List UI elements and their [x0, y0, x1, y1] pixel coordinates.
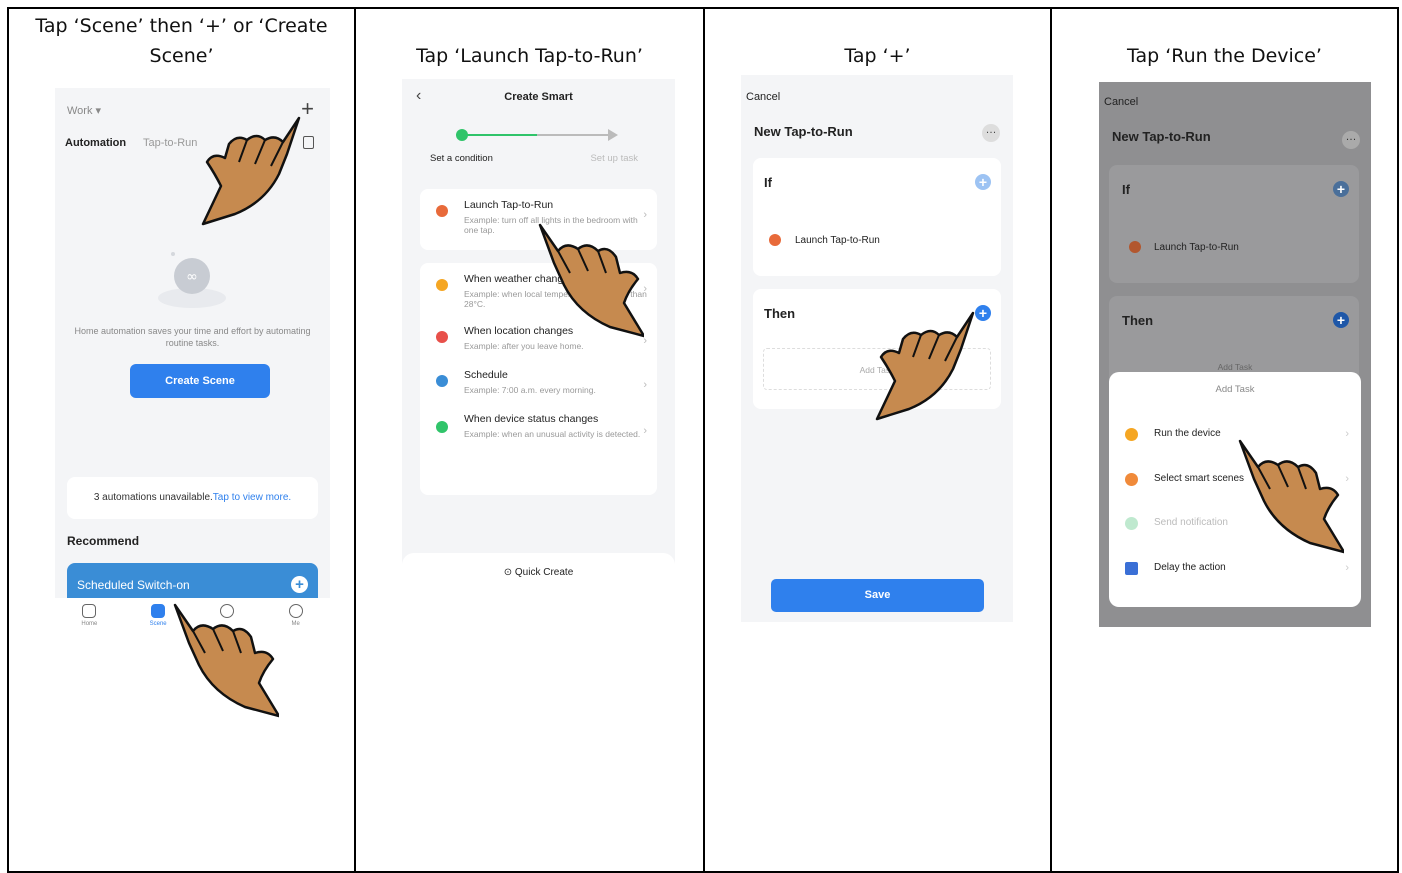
condition-launch-tap-to-run[interactable]: Launch Tap-to-Run Example: turn off all … — [420, 189, 657, 235]
hand-tap-icon — [769, 234, 781, 246]
message-icon — [1125, 517, 1138, 530]
option-run-the-device[interactable]: Run the device › — [1125, 424, 1349, 444]
create-smart-screen: ‹ Create Smart Set a condition Set up ta… — [402, 79, 675, 609]
then-card: Then + Add Task — [753, 289, 1001, 409]
if-label: If — [764, 175, 772, 190]
sunrise-icon — [1125, 473, 1138, 486]
then-label: Then — [1122, 313, 1154, 328]
condition-label[interactable]: Launch Tap-to-Run — [1154, 242, 1239, 253]
clock-icon — [436, 375, 448, 387]
condition-location[interactable]: When location changes Example: after you… — [420, 309, 657, 351]
condition-list-card: When weather changes Example: when local… — [420, 263, 657, 495]
step-4-column: Tap ‘Run the Device’ Cancel New Tap-to-R… — [1052, 9, 1397, 871]
chevron-right-icon: › — [643, 379, 647, 391]
chevron-right-icon: › — [643, 283, 647, 295]
device-icon — [436, 421, 448, 433]
more-icon[interactable]: … — [982, 124, 1000, 142]
more-icon[interactable]: … — [1342, 131, 1360, 149]
svg-text:∞: ∞ — [186, 269, 198, 285]
step-progress — [456, 129, 618, 141]
add-circle-icon[interactable]: + — [291, 576, 308, 593]
tutorial-grid: Tap ‘Scene’ then ‘+’ or ‘Create Scene’ W… — [7, 7, 1399, 873]
step-set-condition: Set a condition — [430, 153, 493, 164]
page-title: Create Smart — [504, 91, 573, 103]
chevron-right-icon: › — [643, 209, 647, 221]
add-condition-icon[interactable]: + — [1333, 181, 1349, 197]
scene-tabs: Automation Tap-to-Run — [65, 137, 197, 149]
view-more-link[interactable]: Tap to view more. — [213, 492, 291, 503]
quick-create-button[interactable]: ⊙ Quick Create — [402, 553, 675, 609]
step-1-caption: Tap ‘Scene’ then ‘+’ or ‘Create Scene’ — [35, 15, 328, 67]
scheduled-label: Scheduled Switch-on — [77, 578, 190, 592]
add-condition-icon[interactable]: + — [975, 174, 991, 190]
empty-state-illustration: ∞ — [158, 252, 226, 308]
tab-smart[interactable] — [207, 604, 247, 640]
tab-home[interactable]: Home — [69, 604, 109, 640]
plus-icon[interactable]: + — [301, 96, 314, 122]
step-3-column: Tap ‘+’ Cancel New Tap-to-Run … If + Lau… — [705, 9, 1052, 871]
chevron-right-icon: › — [1345, 428, 1349, 440]
add-task-plus-icon[interactable]: + — [975, 305, 991, 321]
chevron-right-icon: › — [1345, 562, 1349, 574]
page-title: New Tap-to-Run — [1112, 129, 1211, 144]
log-icon[interactable] — [303, 136, 314, 149]
unavailable-text: 3 automations unavailable. — [93, 492, 213, 503]
step-2-caption: Tap ‘Launch Tap-to-Run’ — [416, 45, 643, 67]
location-pin-icon — [436, 331, 448, 343]
add-task-screen: Cancel New Tap-to-Run … If + Launch Tap-… — [1099, 82, 1371, 627]
create-scene-button[interactable]: Create Scene — [130, 364, 270, 398]
option-select-smart-scenes[interactable]: Select smart scenes › — [1125, 469, 1349, 489]
hourglass-icon — [1125, 562, 1138, 575]
add-task-placeholder: Add Task — [1217, 362, 1253, 372]
new-tap-to-run-screen: Cancel New Tap-to-Run … If + Launch Tap-… — [741, 75, 1013, 622]
tab-tap-to-run[interactable]: Tap-to-Run — [143, 137, 197, 149]
scene-icon — [151, 604, 166, 618]
chevron-right-icon: › — [1345, 473, 1349, 485]
step-2-column: Tap ‘Launch Tap-to-Run’ ‹ Create Smart S… — [356, 9, 705, 871]
unavailable-notice[interactable]: 3 automations unavailable.Tap to view mo… — [67, 477, 318, 519]
empty-state-text: Home automation saves your time and effo… — [74, 326, 311, 348]
add-task-plus-icon[interactable]: + — [1333, 312, 1349, 328]
if-card: If + Launch Tap-to-Run — [753, 158, 1001, 276]
step-1-column: Tap ‘Scene’ then ‘+’ or ‘Create Scene’ W… — [9, 9, 356, 871]
hand-tap-icon — [436, 205, 448, 217]
sheet-title: Add Task — [1215, 384, 1255, 395]
tab-automation[interactable]: Automation — [65, 137, 126, 149]
condition-label[interactable]: Launch Tap-to-Run — [795, 235, 880, 246]
sun-icon — [436, 279, 448, 291]
add-task-sheet: Add Task Run the device › Select smart s… — [1109, 372, 1361, 607]
tab-scene[interactable]: Scene — [138, 604, 178, 640]
hand-tap-icon — [1129, 241, 1141, 253]
step-4-caption: Tap ‘Run the Device’ — [1127, 45, 1322, 67]
cancel-link[interactable]: Cancel — [1104, 96, 1138, 108]
chevron-right-icon: › — [643, 425, 647, 437]
scene-screen: Work ▾ + Automation Tap-to-Run ∞ Home au… — [55, 88, 330, 640]
quick-create-icon: ⊙ — [503, 567, 515, 578]
option-send-notification[interactable]: Send notification — [1125, 513, 1349, 533]
if-label: If — [1122, 182, 1130, 197]
condition-schedule[interactable]: Schedule Example: 7:00 a.m. every mornin… — [420, 351, 657, 395]
recommend-heading: Recommend — [67, 534, 140, 548]
add-task-placeholder[interactable]: Add Task — [763, 348, 991, 390]
launch-tap-to-run-card[interactable]: Launch Tap-to-Run Example: turn off all … — [420, 189, 657, 250]
home-selector[interactable]: Work ▾ — [67, 104, 101, 117]
home-icon — [82, 604, 97, 618]
save-button[interactable]: Save — [771, 579, 984, 612]
condition-device-status[interactable]: When device status changes Example: when… — [420, 395, 657, 439]
page-title: New Tap-to-Run — [754, 124, 853, 139]
option-delay-the-action[interactable]: Delay the action › — [1125, 558, 1349, 578]
condition-weather[interactable]: When weather changes Example: when local… — [420, 263, 657, 309]
profile-icon — [288, 604, 303, 618]
cancel-link[interactable]: Cancel — [746, 91, 780, 103]
if-card: If + Launch Tap-to-Run — [1109, 165, 1359, 283]
then-label: Then — [764, 306, 796, 321]
bottom-tab-bar: Home Scene Me — [55, 598, 330, 640]
smart-icon — [219, 604, 234, 618]
tab-me[interactable]: Me — [276, 604, 316, 640]
step-3-caption: Tap ‘+’ — [844, 45, 911, 67]
chevron-right-icon: › — [643, 335, 647, 347]
sun-icon — [1125, 428, 1138, 441]
step-set-up-task: Set up task — [590, 153, 638, 164]
